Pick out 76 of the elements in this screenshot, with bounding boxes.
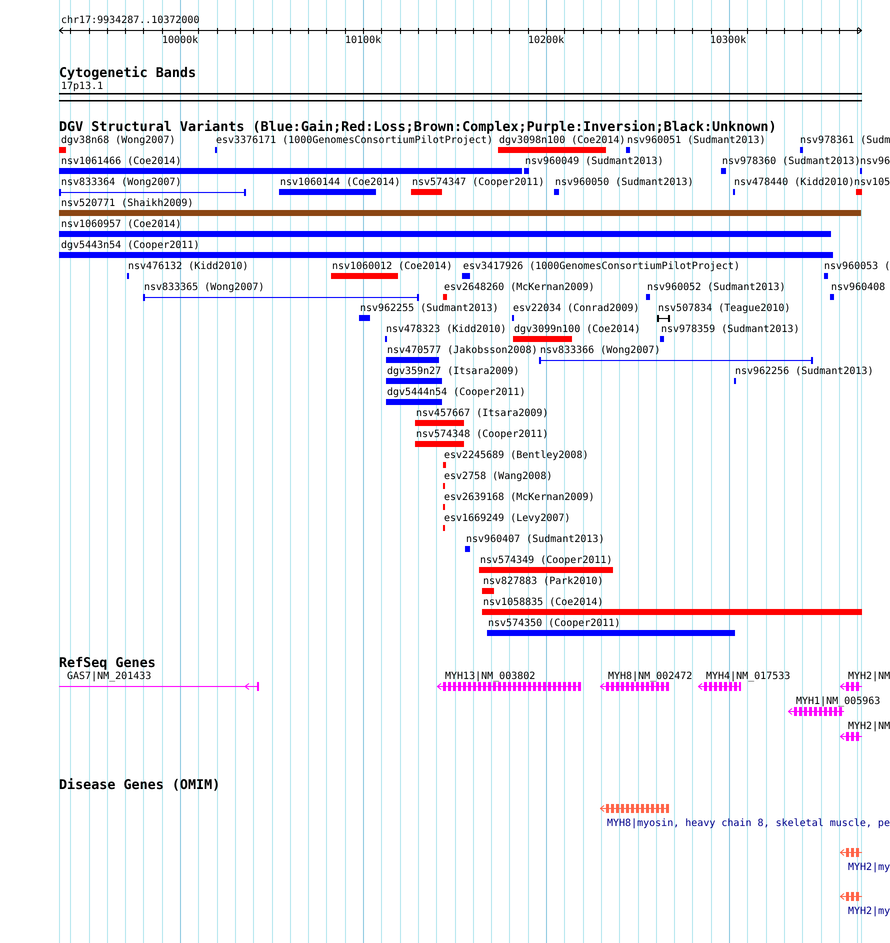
variant-label: nsv96 xyxy=(860,156,890,168)
variant-label: nsv574348 (Cooper2011) xyxy=(416,429,548,441)
variant-label: nsv962256 (Sudmant2013) xyxy=(735,366,874,378)
variant-label: dgv5443n54 (Cooper2011) xyxy=(61,240,200,252)
variant-label: nsv574347 (Cooper2011) xyxy=(412,177,544,189)
disease-label: MYH2|my xyxy=(848,906,890,918)
variant-label: nsv960051 (Sudmant2013) xyxy=(627,135,766,147)
variant-label: nsv960407 (Sudmant2013) xyxy=(466,534,604,546)
gene-label: GAS7|NM_201433 xyxy=(67,671,152,683)
gene-label: MYH2|NM xyxy=(848,721,890,733)
variant-label: nsv457667 (Itsara2009) xyxy=(416,408,548,420)
variant-label: nsv833365 (Wong2007) xyxy=(144,282,264,294)
range-label: chr17:9934287..10372000 xyxy=(60,15,200,27)
variant-label: nsv1060144 (Coe2014) xyxy=(280,177,400,189)
gene-glyph xyxy=(840,732,862,741)
variant-label: esv22034 (Conrad2009) xyxy=(513,303,640,315)
variant-label: nsv105 xyxy=(854,177,890,189)
variant-label: nsv574349 (Cooper2011) xyxy=(480,555,612,567)
variant-label: nsv1060012 (Coe2014) xyxy=(332,261,452,273)
tick-label: 10000k xyxy=(162,35,198,47)
variant-label: esv2639168 (McKernan2009) xyxy=(444,492,595,504)
track-title: RefSeq Genes xyxy=(59,657,156,671)
track-title: Disease Genes (OMIM) xyxy=(59,779,220,793)
variant-label: dgv3098n100 (Coe2014) xyxy=(499,135,626,147)
gene-glyph xyxy=(840,892,862,901)
variant-label: nsv478440 (Kidd2010) xyxy=(734,177,854,189)
variant-label: nsv574350 (Cooper2011) xyxy=(488,618,620,630)
variant-label: esv2648260 (McKernan2009) xyxy=(444,282,595,294)
variant-label: nsv978359 (Sudmant2013) xyxy=(661,324,800,336)
variant-label: nsv978360 (Sudmant2013) xyxy=(722,156,860,168)
gene-glyph xyxy=(840,848,862,857)
track-title: DGV Structural Variants (Blue:Gain;Red:Loss;Brown:Complex;Purple:Inversion;Black:Unknown) xyxy=(59,121,777,135)
variant-label: dgv38n68 (Wong2007) xyxy=(61,135,176,147)
gene-label: MYH2|NM xyxy=(848,671,890,683)
variant-label: dgv5444n54 (Cooper2011) xyxy=(387,387,526,399)
gene-label: MYH4|NM_017533 xyxy=(706,671,790,683)
variant-label: nsv962255 (Sudmant2013) xyxy=(360,303,498,315)
variant-label: nsv1061466 (Coe2014) xyxy=(61,156,182,168)
variant-label: esv3417926 (1000GenomesConsortiumPilotProject) xyxy=(463,261,740,273)
disease-label: MYH2|my xyxy=(848,862,890,874)
gene-label: MYH13|NM_003802 xyxy=(445,671,536,683)
variant-label: esv3376171 (1000GenomesConsortiumPilotProject) xyxy=(216,135,493,147)
variant-label: nsv978361 (Sudm xyxy=(800,135,890,147)
variant-label: esv1669249 (Levy2007) xyxy=(444,513,570,525)
gene-label: MYH1|NM_005963 xyxy=(796,696,880,708)
variant-label: nsv833364 (Wong2007) xyxy=(61,177,182,189)
variant-label: nsv478323 (Kidd2010) xyxy=(386,324,506,336)
variant-label: nsv960049 (Sudmant2013) xyxy=(525,156,664,168)
variant-label: nsv960053 ( xyxy=(824,261,890,273)
gene-glyph xyxy=(600,804,669,813)
variant-label: nsv960052 (Sudmant2013) xyxy=(647,282,786,294)
variant-label: nsv960050 (Sudmant2013) xyxy=(555,177,694,189)
track-title: Cytogenetic Bands xyxy=(59,67,196,81)
variant-label: esv2758 (Wang2008) xyxy=(444,471,552,483)
variant-label: nsv827883 (Park2010) xyxy=(483,576,604,588)
variant-label: dgv3099n100 (Coe2014) xyxy=(514,324,640,336)
tick-label: 10300k xyxy=(710,35,746,47)
variant-label: nsv1060957 (Coe2014) xyxy=(61,219,182,231)
variant-label: nsv960408 xyxy=(831,282,886,294)
variant-label: nsv1058835 (Coe2014) xyxy=(483,597,604,609)
disease-label: MYH8|myosin, heavy chain 8, skeletal muscle, pe xyxy=(607,818,890,830)
gene-glyph xyxy=(698,682,741,691)
variant-label: nsv507834 (Teague2010) xyxy=(658,303,790,315)
tick-label: 10200k xyxy=(528,35,564,47)
variant-label: nsv833366 (Wong2007) xyxy=(540,345,660,357)
variant-label: dgv359n27 (Itsara2009) xyxy=(387,366,520,378)
variant-label: nsv470577 (Jakobsson2008) xyxy=(387,345,538,357)
variant-label: nsv476132 (Kidd2010) xyxy=(128,261,248,273)
variant-label: esv2245689 (Bentley2008) xyxy=(444,450,588,462)
band-label: 17p13.1 xyxy=(60,81,104,93)
gene-label: MYH8|NM_002472 xyxy=(608,671,692,683)
gene-glyph xyxy=(840,682,862,691)
tick-label: 10100k xyxy=(345,35,382,47)
gene-glyph xyxy=(788,707,844,716)
variant-label: nsv520771 (Shaikh2009) xyxy=(61,198,194,210)
gene-glyph xyxy=(600,682,669,691)
